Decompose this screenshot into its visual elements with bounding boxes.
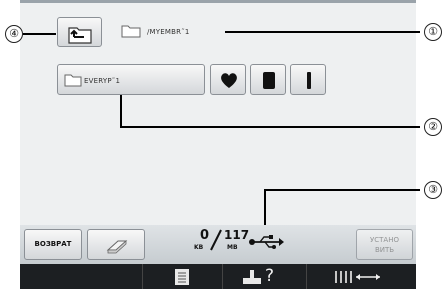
total-memory-value: 117 xyxy=(224,228,250,242)
total-memory-unit: MB xyxy=(227,244,238,251)
usb-icon xyxy=(249,235,284,249)
back-button-label: ВОЗВРАТ xyxy=(34,240,72,248)
memory-card-icon xyxy=(263,72,275,89)
set-button[interactable]: УСТАНО ВИТЬ xyxy=(356,229,413,260)
used-memory-unit: KB xyxy=(194,244,204,251)
list-icon xyxy=(175,269,189,285)
heart-button[interactable] xyxy=(210,64,246,95)
bar-icon xyxy=(307,72,311,89)
set-button-label-line2: ВИТЬ xyxy=(374,246,395,254)
delete-button[interactable] xyxy=(87,229,145,260)
tab-width[interactable] xyxy=(306,264,417,289)
tab-list[interactable] xyxy=(142,264,223,289)
callout-3-line-horizontal xyxy=(264,189,420,191)
bottom-tab-bar: ? xyxy=(20,264,416,289)
eraser-icon xyxy=(106,240,128,254)
callout-3-line-vertical xyxy=(264,190,266,226)
used-memory-value: 0 xyxy=(200,228,210,243)
callout-4-line xyxy=(23,33,56,35)
width-arrow-icon xyxy=(335,271,380,283)
callout-2: ② xyxy=(424,118,442,136)
folder-button-label: EVERYP˜1 xyxy=(84,77,121,85)
folder-icon xyxy=(64,74,82,87)
heart-icon xyxy=(221,73,237,88)
callout-3: ③ xyxy=(424,181,442,199)
folder-up-button[interactable] xyxy=(57,17,102,47)
set-button-label-line1: УСТАНО xyxy=(370,236,399,244)
tab-help[interactable]: ? xyxy=(222,264,307,289)
machine-icon xyxy=(243,270,261,284)
display-mode-button[interactable] xyxy=(250,64,286,95)
top-border xyxy=(20,0,416,3)
slash-separator xyxy=(210,229,222,251)
narrow-display-button[interactable] xyxy=(290,64,326,95)
callout-4: ④ xyxy=(5,25,23,43)
callout-1: ① xyxy=(424,23,442,41)
folder-up-icon xyxy=(68,27,92,44)
folder-button-everyp[interactable]: EVERYP˜1 xyxy=(57,64,205,95)
callout-1-line xyxy=(225,31,420,33)
callout-2-line-vertical xyxy=(120,95,122,127)
callout-2-line-horizontal xyxy=(120,126,420,128)
back-button[interactable]: ВОЗВРАТ xyxy=(24,229,82,260)
help-question-mark: ? xyxy=(265,266,275,286)
folder-icon xyxy=(121,25,141,38)
current-path-text: /MYEMBR˜1 xyxy=(147,28,190,36)
